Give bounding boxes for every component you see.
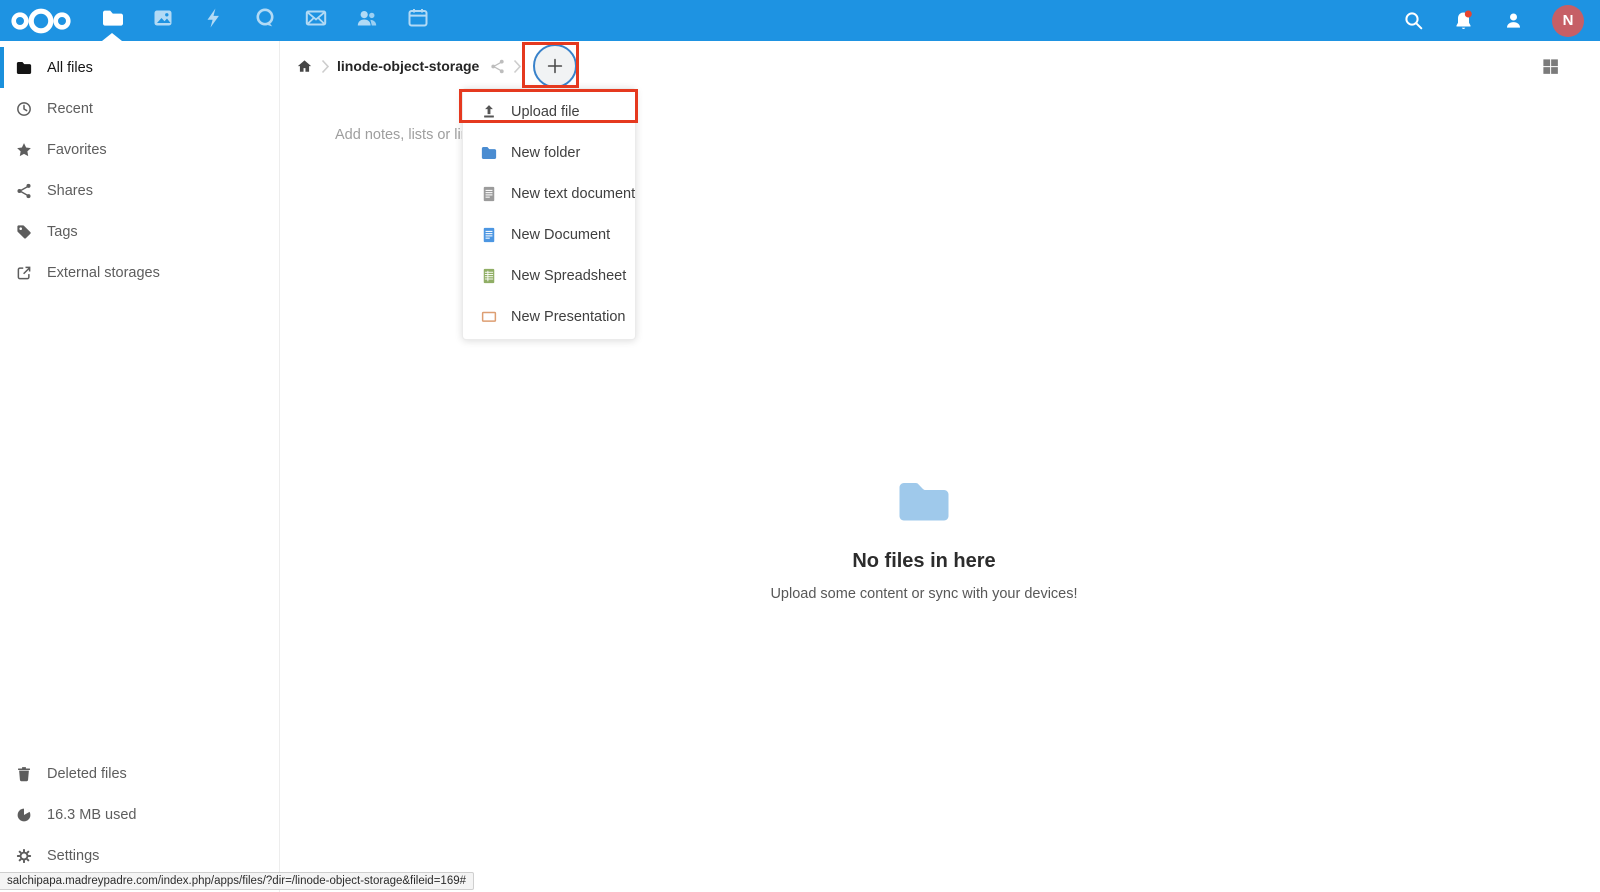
sidebar-item-favorites[interactable]: Favorites <box>0 129 279 170</box>
app-activity[interactable] <box>188 0 239 41</box>
contacts-menu-icon[interactable] <box>1503 10 1524 31</box>
sidebar-item-all-files[interactable]: All files <box>0 47 279 88</box>
tag-icon <box>15 223 33 241</box>
share-icon <box>15 182 33 200</box>
sidebar-item-label: Shares <box>47 183 93 199</box>
nextcloud-logo[interactable] <box>10 7 72 35</box>
menu-item-new-folder[interactable]: New folder <box>463 132 635 173</box>
grid-view-icon <box>1541 57 1560 76</box>
empty-state-subtitle: Upload some content or sync with your de… <box>280 586 1568 602</box>
menu-item-label: New Spreadsheet <box>511 268 626 284</box>
calendar-icon <box>406 6 430 35</box>
breadcrumb-share-icon[interactable] <box>489 58 506 75</box>
sidebar-item-tags[interactable]: Tags <box>0 211 279 252</box>
sidebar-item-label: Deleted files <box>47 766 127 782</box>
app-files[interactable] <box>86 0 137 41</box>
chevron-right-icon <box>513 59 522 74</box>
notifications-bell-icon[interactable] <box>1452 9 1475 32</box>
nextcloud-logo-icon <box>10 7 72 35</box>
app-mail[interactable] <box>290 0 341 41</box>
upload-icon <box>480 103 498 121</box>
sidebar-item-shares[interactable]: Shares <box>0 170 279 211</box>
menu-item-label: Upload file <box>511 104 580 120</box>
sidebar-item-label: Favorites <box>47 142 107 158</box>
external-storage-icon <box>15 264 33 282</box>
app-photos[interactable] <box>137 0 188 41</box>
plus-icon <box>544 55 566 77</box>
files-content: linode-object-storage <box>280 41 1600 892</box>
gear-icon <box>15 847 33 865</box>
mail-envelope-icon <box>304 6 328 35</box>
header-right-controls: N <box>1403 0 1600 41</box>
sidebar-item-label: External storages <box>47 265 160 281</box>
clock-icon <box>15 100 33 118</box>
search-icon[interactable] <box>1403 10 1424 31</box>
status-bar-url: salchipapa.madreypadre.com/index.php/app… <box>0 872 474 890</box>
menu-item-new-spreadsheet[interactable]: New Spreadsheet <box>463 255 635 296</box>
photos-icon <box>151 6 175 35</box>
menu-item-label: New folder <box>511 145 580 161</box>
menu-item-new-presentation[interactable]: New Presentation <box>463 296 635 337</box>
sidebar-item-settings[interactable]: Settings <box>0 835 279 876</box>
new-file-button[interactable] <box>533 44 577 88</box>
chevron-right-icon <box>321 59 330 74</box>
sidebar-item-external-storages[interactable]: External storages <box>0 252 279 293</box>
app-contacts[interactable] <box>341 0 392 41</box>
sidebar-item-label: Recent <box>47 101 93 117</box>
sidebar-item-deleted-files[interactable]: Deleted files <box>0 753 279 794</box>
sidebar-footer: Deleted files 16.3 MB used <box>0 753 279 876</box>
star-icon <box>15 141 33 159</box>
quota-label: 16.3 MB used <box>47 807 136 823</box>
menu-item-label: New Document <box>511 227 610 243</box>
breadcrumb-folder-name[interactable]: linode-object-storage <box>337 58 479 74</box>
sidebar-item-quota[interactable]: 16.3 MB used <box>0 794 279 835</box>
menu-item-label: New Presentation <box>511 309 625 325</box>
menu-item-upload-file[interactable]: Upload file <box>463 91 635 132</box>
sidebar: All files Recent Favorites <box>0 41 280 892</box>
menu-item-new-text-document[interactable]: New text document <box>463 173 635 214</box>
lightning-icon <box>202 6 226 35</box>
app-calendar[interactable] <box>392 0 443 41</box>
menu-item-label: New text document <box>511 186 635 202</box>
sidebar-item-label: Settings <box>47 848 99 864</box>
empty-state: No files in here Upload some content or … <box>280 479 1568 602</box>
pie-chart-icon <box>15 806 33 824</box>
grid-view-toggle[interactable] <box>1541 57 1560 76</box>
trash-icon <box>15 765 33 783</box>
sidebar-item-label: All files <box>47 60 93 76</box>
empty-folder-icon <box>897 479 951 523</box>
new-spreadsheet-icon <box>480 267 498 285</box>
breadcrumb: linode-object-storage <box>280 41 577 91</box>
new-file-menu: Upload file New folder <box>462 88 636 340</box>
sidebar-nav: All files Recent Favorites <box>0 41 279 293</box>
files-folder-icon <box>100 6 124 35</box>
talk-bubble-icon <box>253 6 277 35</box>
home-icon[interactable] <box>295 57 314 76</box>
workspace-notes-placeholder[interactable]: Add notes, lists or lin <box>335 127 469 143</box>
app-talk[interactable] <box>239 0 290 41</box>
sidebar-item-recent[interactable]: Recent <box>0 88 279 129</box>
new-document-icon <box>480 226 498 244</box>
sidebar-item-label: Tags <box>47 224 78 240</box>
people-icon <box>355 6 379 35</box>
user-avatar[interactable]: N <box>1552 5 1584 37</box>
empty-state-title: No files in here <box>280 550 1568 573</box>
menu-item-new-document[interactable]: New Document <box>463 214 635 255</box>
new-presentation-icon <box>480 308 498 326</box>
folder-icon <box>15 59 33 77</box>
top-bar: N <box>0 0 1600 41</box>
new-folder-icon <box>480 144 498 162</box>
new-text-document-icon <box>480 185 498 203</box>
